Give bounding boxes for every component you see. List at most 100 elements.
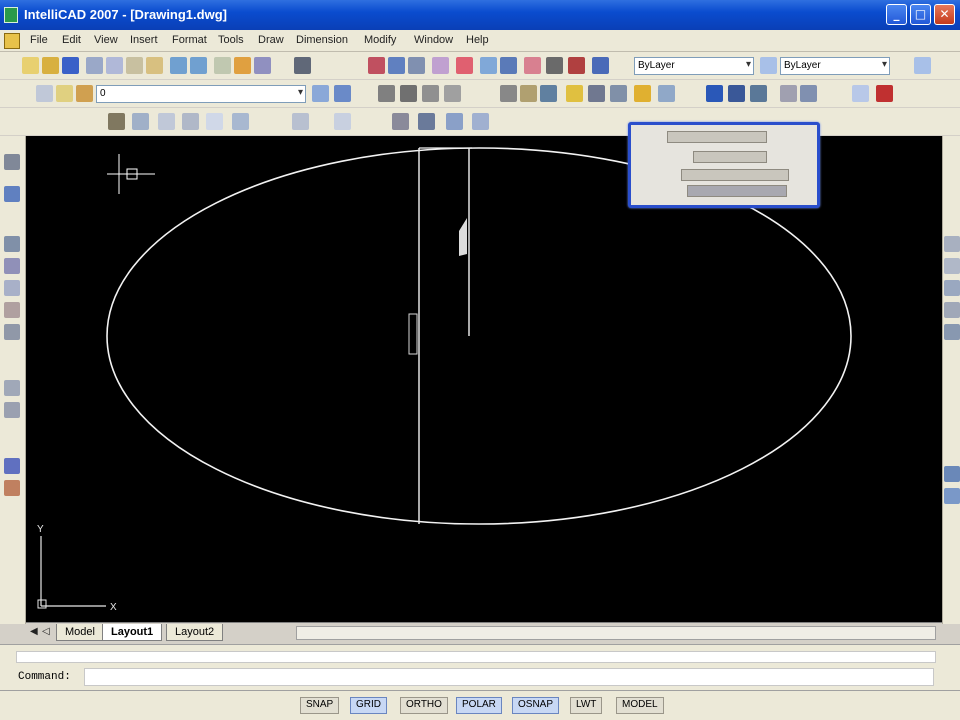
polyline-icon[interactable] — [4, 236, 20, 252]
menu-file[interactable]: File — [30, 34, 48, 46]
command-input[interactable] — [84, 668, 934, 686]
array-icon[interactable] — [944, 324, 960, 340]
extend-icon[interactable] — [944, 488, 960, 504]
circle-icon[interactable] — [422, 85, 439, 102]
save-icon[interactable] — [62, 57, 79, 74]
tab-model[interactable]: Model — [56, 624, 104, 641]
grid-toggle[interactable]: GRID — [350, 697, 387, 714]
arc-icon[interactable] — [4, 302, 20, 318]
tool-palette-icon[interactable] — [546, 57, 563, 74]
text-icon[interactable] — [566, 85, 583, 102]
snap-icon[interactable] — [132, 113, 149, 130]
scale-icon[interactable] — [634, 85, 651, 102]
model-space-toggle[interactable]: MODEL — [616, 697, 664, 714]
rotate-icon[interactable] — [610, 85, 627, 102]
construction-line-icon[interactable] — [4, 186, 20, 202]
grid-icon[interactable] — [158, 113, 175, 130]
prev-tab-arrow[interactable]: ◁ — [42, 626, 50, 637]
plot-style-combo[interactable]: ByLayer — [780, 57, 890, 75]
line-icon[interactable] — [378, 85, 395, 102]
offset-icon[interactable] — [944, 302, 960, 318]
tab-layout2[interactable]: Layout2 — [166, 624, 224, 641]
polygon-icon[interactable] — [4, 258, 20, 274]
menu-tools[interactable]: Tools — [218, 34, 244, 46]
dialog-slider[interactable] — [687, 185, 787, 197]
point-icon[interactable] — [4, 480, 20, 496]
mirror-icon[interactable] — [944, 280, 960, 296]
circle-icon[interactable] — [4, 324, 20, 340]
dimension-aligned-icon[interactable] — [334, 113, 351, 130]
undo-icon[interactable] — [170, 57, 187, 74]
first-tab-arrow[interactable]: ◀ — [30, 626, 38, 637]
erase-icon[interactable] — [876, 85, 893, 102]
block-icon[interactable] — [540, 85, 557, 102]
zoom-icon[interactable] — [368, 57, 385, 74]
tab-layout1[interactable]: Layout1 — [102, 624, 163, 641]
ellipse-icon[interactable] — [4, 402, 20, 418]
hatch-icon[interactable] — [520, 85, 537, 102]
match-properties-icon[interactable] — [254, 57, 271, 74]
open-icon[interactable] — [42, 57, 59, 74]
print-icon[interactable] — [86, 57, 103, 74]
dimension-radius-icon[interactable] — [392, 113, 409, 130]
move-icon[interactable] — [588, 85, 605, 102]
layer-properties-icon[interactable] — [36, 85, 53, 102]
design-center-icon[interactable] — [524, 57, 541, 74]
menu-dimension[interactable]: Dimension — [296, 34, 348, 46]
rectangle-icon[interactable] — [4, 280, 20, 296]
calculator-icon[interactable] — [568, 57, 585, 74]
help-icon[interactable] — [592, 57, 609, 74]
bulb-icon[interactable] — [56, 85, 73, 102]
menu-help[interactable]: Help — [466, 34, 489, 46]
minimize-button[interactable]: _ — [886, 4, 907, 25]
dimension-linear-icon[interactable] — [292, 113, 309, 130]
draw-order-icon[interactable] — [234, 57, 251, 74]
redo-icon[interactable] — [190, 57, 207, 74]
lineweight-icon[interactable] — [760, 57, 777, 74]
layer-combo[interactable]: 0 — [96, 85, 306, 103]
osnap-toggle[interactable]: OSNAP — [512, 697, 560, 714]
snap-toggle[interactable]: SNAP — [300, 697, 340, 714]
zoom-window-icon[interactable] — [388, 57, 405, 74]
pencil-icon[interactable] — [108, 113, 125, 130]
osnap-icon[interactable] — [232, 113, 249, 130]
copy-icon[interactable] — [126, 57, 143, 74]
floating-toolbar-dialog[interactable] — [628, 122, 820, 208]
line-icon[interactable] — [4, 154, 20, 170]
dialog-field[interactable] — [681, 169, 789, 181]
menu-view[interactable]: View — [94, 34, 118, 46]
extend-icon[interactable] — [750, 85, 767, 102]
erase-icon[interactable] — [944, 236, 960, 252]
menu-modify[interactable]: Modify — [364, 34, 396, 46]
lineweight-toggle[interactable]: LWT — [570, 697, 603, 714]
area-icon[interactable] — [472, 113, 489, 130]
trim-icon[interactable] — [728, 85, 745, 102]
menu-draw[interactable]: Draw — [258, 34, 284, 46]
layer-manager-icon[interactable] — [914, 57, 931, 74]
ortho-toggle[interactable]: ORTHO — [400, 697, 448, 714]
app-icon[interactable] — [4, 7, 18, 23]
menu-edit[interactable]: Edit — [62, 34, 81, 46]
layer-previous-icon[interactable] — [334, 85, 351, 102]
close-button[interactable]: ✕ — [934, 4, 955, 25]
polyline-icon[interactable] — [400, 85, 417, 102]
maximize-button[interactable]: □ — [910, 4, 931, 25]
spline-icon[interactable] — [4, 380, 20, 396]
copy-object-icon[interactable] — [944, 258, 960, 274]
ortho-icon[interactable] — [182, 113, 199, 130]
rectangle-icon[interactable] — [500, 85, 517, 102]
new-icon[interactable] — [22, 57, 39, 74]
drawing-area[interactable]: X Y — [26, 136, 942, 622]
cut-icon[interactable] — [106, 57, 123, 74]
polar-icon[interactable] — [206, 113, 223, 130]
redraw-icon[interactable] — [456, 57, 473, 74]
properties-icon[interactable] — [500, 57, 517, 74]
linetype-combo[interactable]: ByLayer — [634, 57, 754, 75]
dialog-field[interactable] — [693, 151, 767, 163]
named-views-icon[interactable] — [480, 57, 497, 74]
paste-icon[interactable] — [146, 57, 163, 74]
insert-block-icon[interactable] — [4, 458, 20, 474]
horizontal-scrollbar[interactable] — [296, 626, 936, 640]
menu-format[interactable]: Format — [172, 34, 207, 46]
mirror-icon[interactable] — [658, 85, 675, 102]
